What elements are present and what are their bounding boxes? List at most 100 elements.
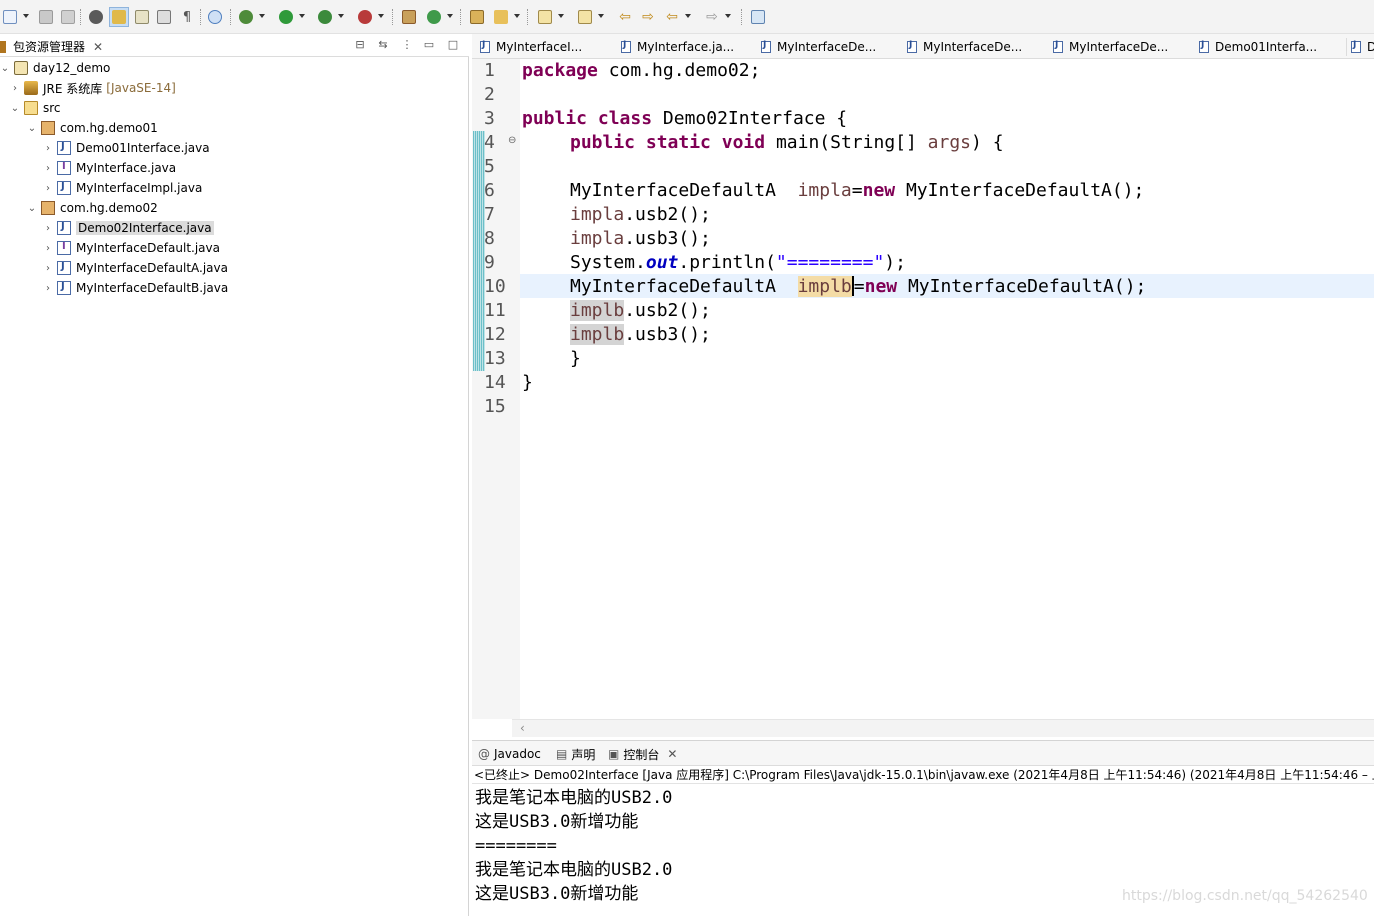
chevron-down-icon[interactable]: ⌄: [0, 63, 10, 74]
editor-tab[interactable]: MyInterfaceDe...: [761, 38, 876, 56]
new-class-icon[interactable]: [399, 7, 419, 27]
tree-item-label: Demo01Interface.java: [76, 141, 210, 155]
chevron-right-icon[interactable]: ›: [43, 283, 53, 294]
last-edit-icon[interactable]: ⇦: [615, 7, 635, 27]
close-icon[interactable]: ✕: [93, 40, 103, 54]
tree-item-file[interactable]: › MyInterfaceDefaultB.java: [43, 278, 228, 298]
chevron-right-icon[interactable]: ›: [10, 83, 20, 94]
redo-edit-icon[interactable]: ⇨: [638, 7, 658, 27]
tab-console[interactable]: ▣ 控制台 ✕: [608, 746, 677, 762]
tree-item-label: com.hg.demo01: [60, 121, 158, 135]
local-variable-occurrence: implb: [570, 324, 625, 345]
line-number: 3: [484, 108, 495, 129]
tab-declaration[interactable]: ▤ 声明: [556, 746, 595, 762]
tree-item-package[interactable]: ⌄ com.hg.demo02: [27, 198, 158, 218]
editor-tab[interactable]: MyInterfaceDe...: [907, 38, 1022, 56]
chevron-right-icon[interactable]: ›: [43, 163, 53, 174]
highlight-icon[interactable]: [109, 7, 129, 27]
next-annotation-icon[interactable]: [535, 7, 564, 27]
editor-tab[interactable]: MyInterface.ja...: [621, 38, 734, 56]
chevron-down-icon[interactable]: ⌄: [27, 203, 37, 214]
tree-item-label: MyInterface.java: [76, 161, 177, 175]
tree-item-file-selected[interactable]: › Demo02Interface.java: [43, 218, 214, 238]
forward-icon[interactable]: ⇨: [702, 7, 731, 27]
chevron-right-icon[interactable]: ›: [43, 263, 53, 274]
tree-item-file[interactable]: › MyInterfaceImpl.java: [43, 178, 202, 198]
console-tab-bar: @ Javadoc ▤ 声明 ▣ 控制台 ✕: [472, 740, 1374, 766]
tree-item-label: MyInterfaceImpl.java: [76, 181, 203, 195]
editor-tab-active[interactable]: De: [1346, 38, 1374, 56]
external-tools-icon[interactable]: [355, 7, 384, 27]
java-file-icon: [621, 40, 631, 53]
coverage-icon[interactable]: [315, 7, 344, 27]
keyword: void: [721, 132, 766, 153]
tree-item-package[interactable]: ⌄ com.hg.demo01: [27, 118, 158, 138]
pilcrow-icon[interactable]: ¶: [177, 7, 197, 27]
package-icon: [41, 201, 55, 215]
back-icon[interactable]: ⇦: [662, 7, 691, 27]
close-icon[interactable]: ✕: [667, 747, 677, 761]
editor-tab[interactable]: Demo01Interfa...: [1199, 38, 1317, 56]
save-icon[interactable]: [36, 7, 56, 27]
package-icon: [41, 121, 55, 135]
line-number: 2: [484, 84, 495, 105]
code-line: implb.usb2();: [570, 299, 711, 323]
debug-icon[interactable]: [236, 7, 265, 27]
search-icon[interactable]: [205, 7, 225, 27]
debug-marker-icon[interactable]: [86, 7, 106, 27]
chevron-down-icon[interactable]: ⌄: [27, 123, 37, 134]
chevron-right-icon[interactable]: ›: [43, 143, 53, 154]
minimize-icon[interactable]: ▭: [422, 38, 436, 52]
fold-collapse-icon[interactable]: ⊖: [508, 135, 518, 146]
tree-item-jre[interactable]: › JRE 系统库 [JavaSE-14]: [10, 78, 176, 98]
tree-item-file[interactable]: › MyInterfaceDefaultA.java: [43, 258, 228, 278]
tree-item-file[interactable]: › MyInterfaceDefault.java: [43, 238, 220, 258]
tree-item-file[interactable]: › Demo01Interface.java: [43, 138, 210, 158]
maximize-icon[interactable]: □: [446, 38, 460, 52]
block-icon[interactable]: [154, 7, 174, 27]
local-variable-write-occurrence: implb: [797, 276, 852, 297]
tab-javadoc[interactable]: @ Javadoc: [478, 746, 541, 762]
view-menu-icon[interactable]: ⋮: [400, 38, 414, 52]
collapse-all-icon[interactable]: ⊟: [353, 38, 367, 52]
toggle-icon[interactable]: [132, 7, 152, 27]
editor-tab-label: MyInterfaceDe...: [1069, 40, 1169, 54]
editor-tab[interactable]: MyInterfaceDe...: [1053, 38, 1168, 56]
open-type-icon[interactable]: [467, 7, 487, 27]
line-number: 1: [484, 60, 495, 81]
main-toolbar: ¶ ⇦ ⇨ ⇦ ⇨: [0, 0, 1374, 34]
prev-annotation-icon[interactable]: [575, 7, 604, 27]
open-task-icon[interactable]: [491, 7, 520, 27]
chevron-right-icon[interactable]: ›: [43, 223, 53, 234]
pin-editor-icon[interactable]: [748, 7, 768, 27]
scroll-left-icon[interactable]: ‹: [520, 721, 525, 735]
tab-label: 控制台: [623, 747, 660, 762]
code-text: com.hg.demo02;: [597, 60, 761, 81]
code-text: .usb2();: [624, 204, 711, 225]
package-explorer-icon: [0, 40, 6, 53]
package-explorer: 包资源管理器 ✕ ⊟ ⇆ ⋮ ▭ □ ⌄ day12_demo › JRE 系统…: [0, 34, 469, 916]
code-text: System.: [570, 252, 646, 273]
chevron-right-icon[interactable]: ›: [43, 183, 53, 194]
code-text: .usb3();: [624, 228, 711, 249]
local-variable: impla: [797, 180, 852, 201]
save-all-icon[interactable]: [58, 7, 78, 27]
tree-item-project[interactable]: ⌄ day12_demo: [0, 58, 110, 78]
new-icon[interactable]: [0, 7, 29, 27]
tree-item-label: com.hg.demo02: [60, 201, 158, 215]
run-icon[interactable]: [276, 7, 305, 27]
chevron-right-icon[interactable]: ›: [43, 243, 53, 254]
horizontal-scrollbar[interactable]: ‹: [512, 719, 1374, 737]
code-text: MyInterfaceDefaultA();: [895, 180, 1145, 201]
new-package-icon[interactable]: [424, 7, 453, 27]
code-editor[interactable]: 1 2 3 4 ⊖ 5 6 7 8 9 10 11 12 13 14 15 pa…: [472, 59, 1374, 719]
line-number: 7: [484, 204, 495, 225]
package-explorer-tab[interactable]: 包资源管理器 ✕ ⊟ ⇆ ⋮ ▭ □: [0, 34, 469, 57]
watermark: https://blog.csdn.net/qq_54262540: [1122, 888, 1368, 904]
tree-item-src[interactable]: ⌄ src: [10, 98, 61, 118]
link-with-editor-icon[interactable]: ⇆: [376, 38, 390, 52]
chevron-down-icon[interactable]: ⌄: [10, 103, 20, 114]
editor-tab[interactable]: MyInterfaceI...: [480, 38, 582, 56]
java-file-icon: [1053, 40, 1063, 53]
tree-item-file[interactable]: › MyInterface.java: [43, 158, 176, 178]
